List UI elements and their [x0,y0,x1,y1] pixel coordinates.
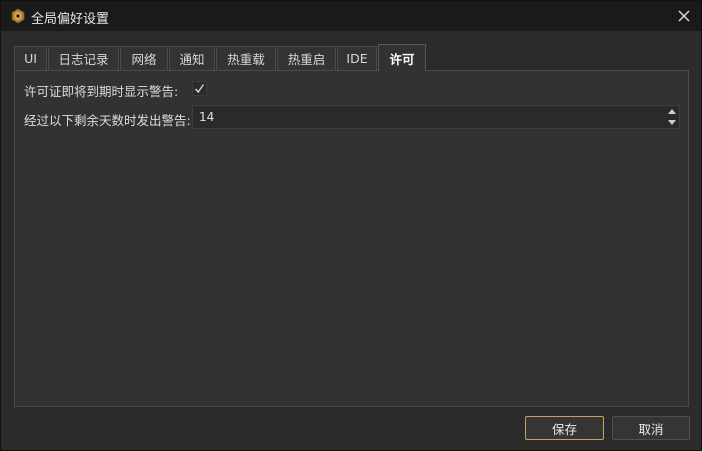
warning-days-label: 经过以下剩余天数时发出警告: [24,113,191,128]
warning-days-spinbox[interactable] [192,105,680,129]
tab-network[interactable]: 网络 [120,46,168,70]
warning-days-input[interactable] [199,110,639,124]
tab-ide[interactable]: IDE [337,46,377,70]
checkmark-icon [194,84,205,94]
chevron-down-icon [668,120,676,125]
tab-license[interactable]: 许可 [378,44,426,71]
tab-hot-restart[interactable]: 热重启 [277,46,336,70]
close-icon [678,10,690,22]
tab-logging[interactable]: 日志记录 [48,46,119,70]
license-panel: 许可证即将到期时显示警告: 经过以下剩余天数时发出警告: [14,70,689,407]
show-warning-checkbox[interactable] [192,81,207,96]
spin-arrows [665,106,679,128]
tab-ui[interactable]: UI [14,46,47,70]
spin-down-button[interactable] [665,117,679,128]
show-warning-label: 许可证即将到期时显示警告: [24,84,179,99]
window-title: 全局偏好设置 [31,12,110,27]
cancel-button[interactable]: 取消 [612,416,690,440]
tab-hot-reload[interactable]: 热重载 [216,46,276,70]
title-bar[interactable]: 全局偏好设置 [1,1,701,31]
chevron-up-icon [668,109,676,114]
close-button[interactable] [673,5,695,27]
preferences-window: 全局偏好设置 UI 日志记录 网络 通知 热重载 热重启 IDE 许可 许可证即… [0,0,702,451]
save-button[interactable]: 保存 [525,416,604,440]
app-logo-icon [11,8,25,24]
spin-up-button[interactable] [665,106,679,117]
tab-notifications[interactable]: 通知 [169,46,215,70]
